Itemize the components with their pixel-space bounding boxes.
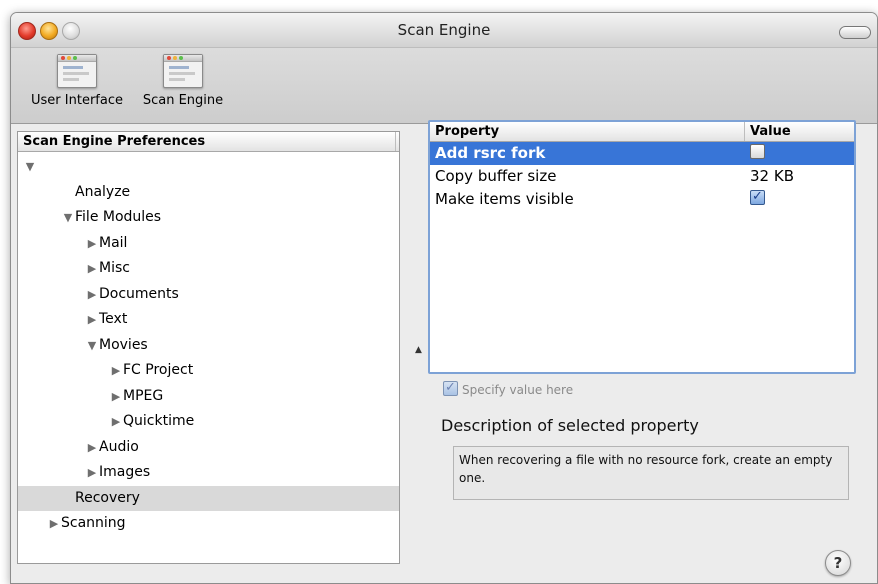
- specify-label: Specify value here: [462, 383, 574, 397]
- disclosure-triangle-collapsed-icon[interactable]: ▶: [86, 460, 98, 485]
- splitter-handle[interactable]: ▲: [415, 345, 422, 355]
- property-table[interactable]: Property Value Add rsrc fork Copy buffer …: [428, 120, 856, 374]
- tree-item[interactable]: ▶ Documents: [18, 282, 399, 307]
- disclosure-triangle-expanded-icon[interactable]: ▼: [86, 333, 98, 358]
- checkmark-icon: ✓: [750, 190, 765, 205]
- tree-item-label: Images: [99, 464, 151, 480]
- tree-item-label: FC Project: [123, 362, 194, 378]
- preferences-window-icon: [163, 54, 203, 88]
- property-name: Make items visible: [435, 190, 574, 208]
- description-title: Description of selected property: [441, 416, 699, 435]
- tree-item[interactable]: ▶ Text: [18, 307, 399, 332]
- tree-item[interactable]: Recovery: [18, 485, 399, 511]
- tree-item[interactable]: ▶ Scanning: [18, 511, 399, 536]
- tree-item-label: Documents: [99, 285, 179, 302]
- property-value-checkbox[interactable]: [750, 142, 765, 165]
- disclosure-triangle-collapsed-icon[interactable]: ▶: [48, 511, 60, 536]
- property-row[interactable]: Add rsrc fork: [430, 142, 854, 165]
- toolbar-label: User Interface: [31, 93, 123, 108]
- property-name: Copy buffer size: [435, 167, 557, 185]
- tree-item[interactable]: ▶ Misc: [18, 256, 399, 281]
- disclosure-triangle-collapsed-icon[interactable]: ▶: [110, 358, 122, 383]
- property-name: Add rsrc fork: [435, 144, 546, 162]
- disclosure-triangle-collapsed-icon[interactable]: ▶: [86, 307, 98, 332]
- property-column-header[interactable]: Property: [435, 122, 499, 141]
- property-row[interactable]: Make items visible ✓: [430, 188, 854, 211]
- property-table-header: Property Value: [430, 122, 854, 142]
- tree-item-label: Movies: [99, 336, 148, 353]
- tree-item-label: MPEG: [123, 387, 164, 404]
- value-column-header[interactable]: Value: [744, 122, 850, 141]
- title-bar[interactable]: Scan Engine: [11, 13, 877, 48]
- toolbar-toggle-button[interactable]: [839, 26, 871, 39]
- property-value-checkbox[interactable]: ✓: [750, 188, 765, 211]
- tree-item[interactable]: ▼ File Modules: [18, 205, 399, 230]
- tree-column-header[interactable]: Scan Engine Preferences: [18, 132, 399, 152]
- disclosure-triangle-expanded-icon[interactable]: ▼: [24, 154, 36, 179]
- tree-item[interactable]: ▶ MPEG: [18, 384, 399, 409]
- tree-item-label: File Modules: [75, 209, 162, 225]
- checkbox-empty-icon: [750, 144, 765, 159]
- tree-item-label: Audio: [99, 438, 139, 455]
- tree-item[interactable]: ▶ Quicktime: [18, 409, 399, 434]
- property-value[interactable]: 32 KB: [750, 165, 794, 188]
- tree-item-label: Text: [99, 311, 128, 327]
- tree-item[interactable]: ▶ Mail: [18, 231, 399, 256]
- tree-item[interactable]: ▼ Movies: [18, 333, 399, 358]
- tree-item-label: Scanning: [61, 515, 126, 531]
- window-title: Scan Engine: [397, 21, 491, 39]
- tree-header-label: Scan Engine Preferences: [23, 134, 206, 149]
- specify-value-checkbox[interactable]: ✓ Specify value here: [443, 381, 574, 398]
- toolbar-label: Scan Engine: [142, 93, 224, 108]
- disclosure-triangle-collapsed-icon[interactable]: ▶: [110, 409, 122, 434]
- checkmark-icon: ✓: [443, 381, 458, 396]
- tree-item[interactable]: ▼: [18, 154, 399, 179]
- tree-item[interactable]: ▶ FC Project: [18, 358, 399, 383]
- disclosure-triangle-collapsed-icon[interactable]: ▶: [86, 435, 98, 460]
- disclosure-triangle-collapsed-icon[interactable]: ▶: [86, 282, 98, 307]
- toolbar: User Interface Scan Engine: [11, 48, 877, 124]
- property-row[interactable]: Copy buffer size 32 KB: [430, 165, 854, 188]
- disclosure-triangle-collapsed-icon[interactable]: ▶: [86, 231, 98, 256]
- disclosure-triangle-collapsed-icon[interactable]: ▶: [86, 256, 98, 281]
- tree-item-label: Misc: [99, 260, 130, 276]
- tree-item[interactable]: Analyze: [18, 180, 399, 205]
- description-text: When recovering a file with no resource …: [453, 446, 849, 500]
- tree-item-label: Mail: [99, 234, 128, 251]
- preferences-tree[interactable]: Scan Engine Preferences ▼ Analyze ▼ File Mo…: [17, 131, 400, 564]
- tree-item-label: Analyze: [75, 183, 131, 200]
- disclosure-triangle-expanded-icon[interactable]: ▼: [62, 205, 74, 230]
- tree-item[interactable]: ▶ Images: [18, 460, 399, 485]
- preferences-window-icon: [57, 54, 97, 88]
- toolbar-scan-engine-button[interactable]: Scan Engine: [137, 54, 229, 108]
- tree-item-label: Quicktime: [123, 413, 195, 429]
- tree-item-label: Recovery: [75, 489, 140, 506]
- help-button[interactable]: ?: [825, 550, 851, 576]
- tree-item[interactable]: ▶ Audio: [18, 435, 399, 460]
- disclosure-triangle-collapsed-icon[interactable]: ▶: [110, 384, 122, 409]
- toolbar-user-interface-button[interactable]: User Interface: [19, 54, 135, 108]
